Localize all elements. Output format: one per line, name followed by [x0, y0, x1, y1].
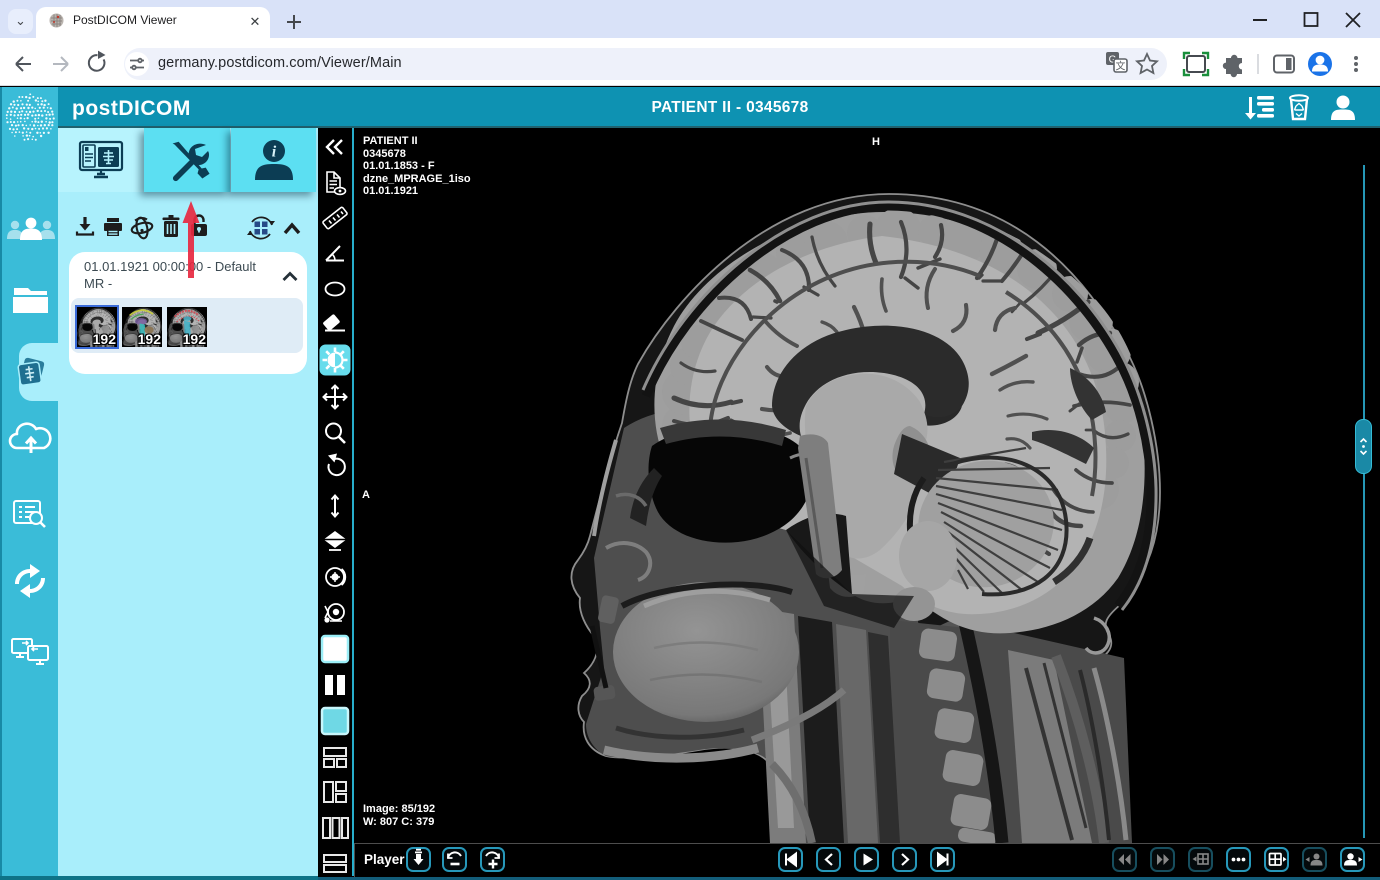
svg-text:文: 文 — [1116, 60, 1126, 73]
